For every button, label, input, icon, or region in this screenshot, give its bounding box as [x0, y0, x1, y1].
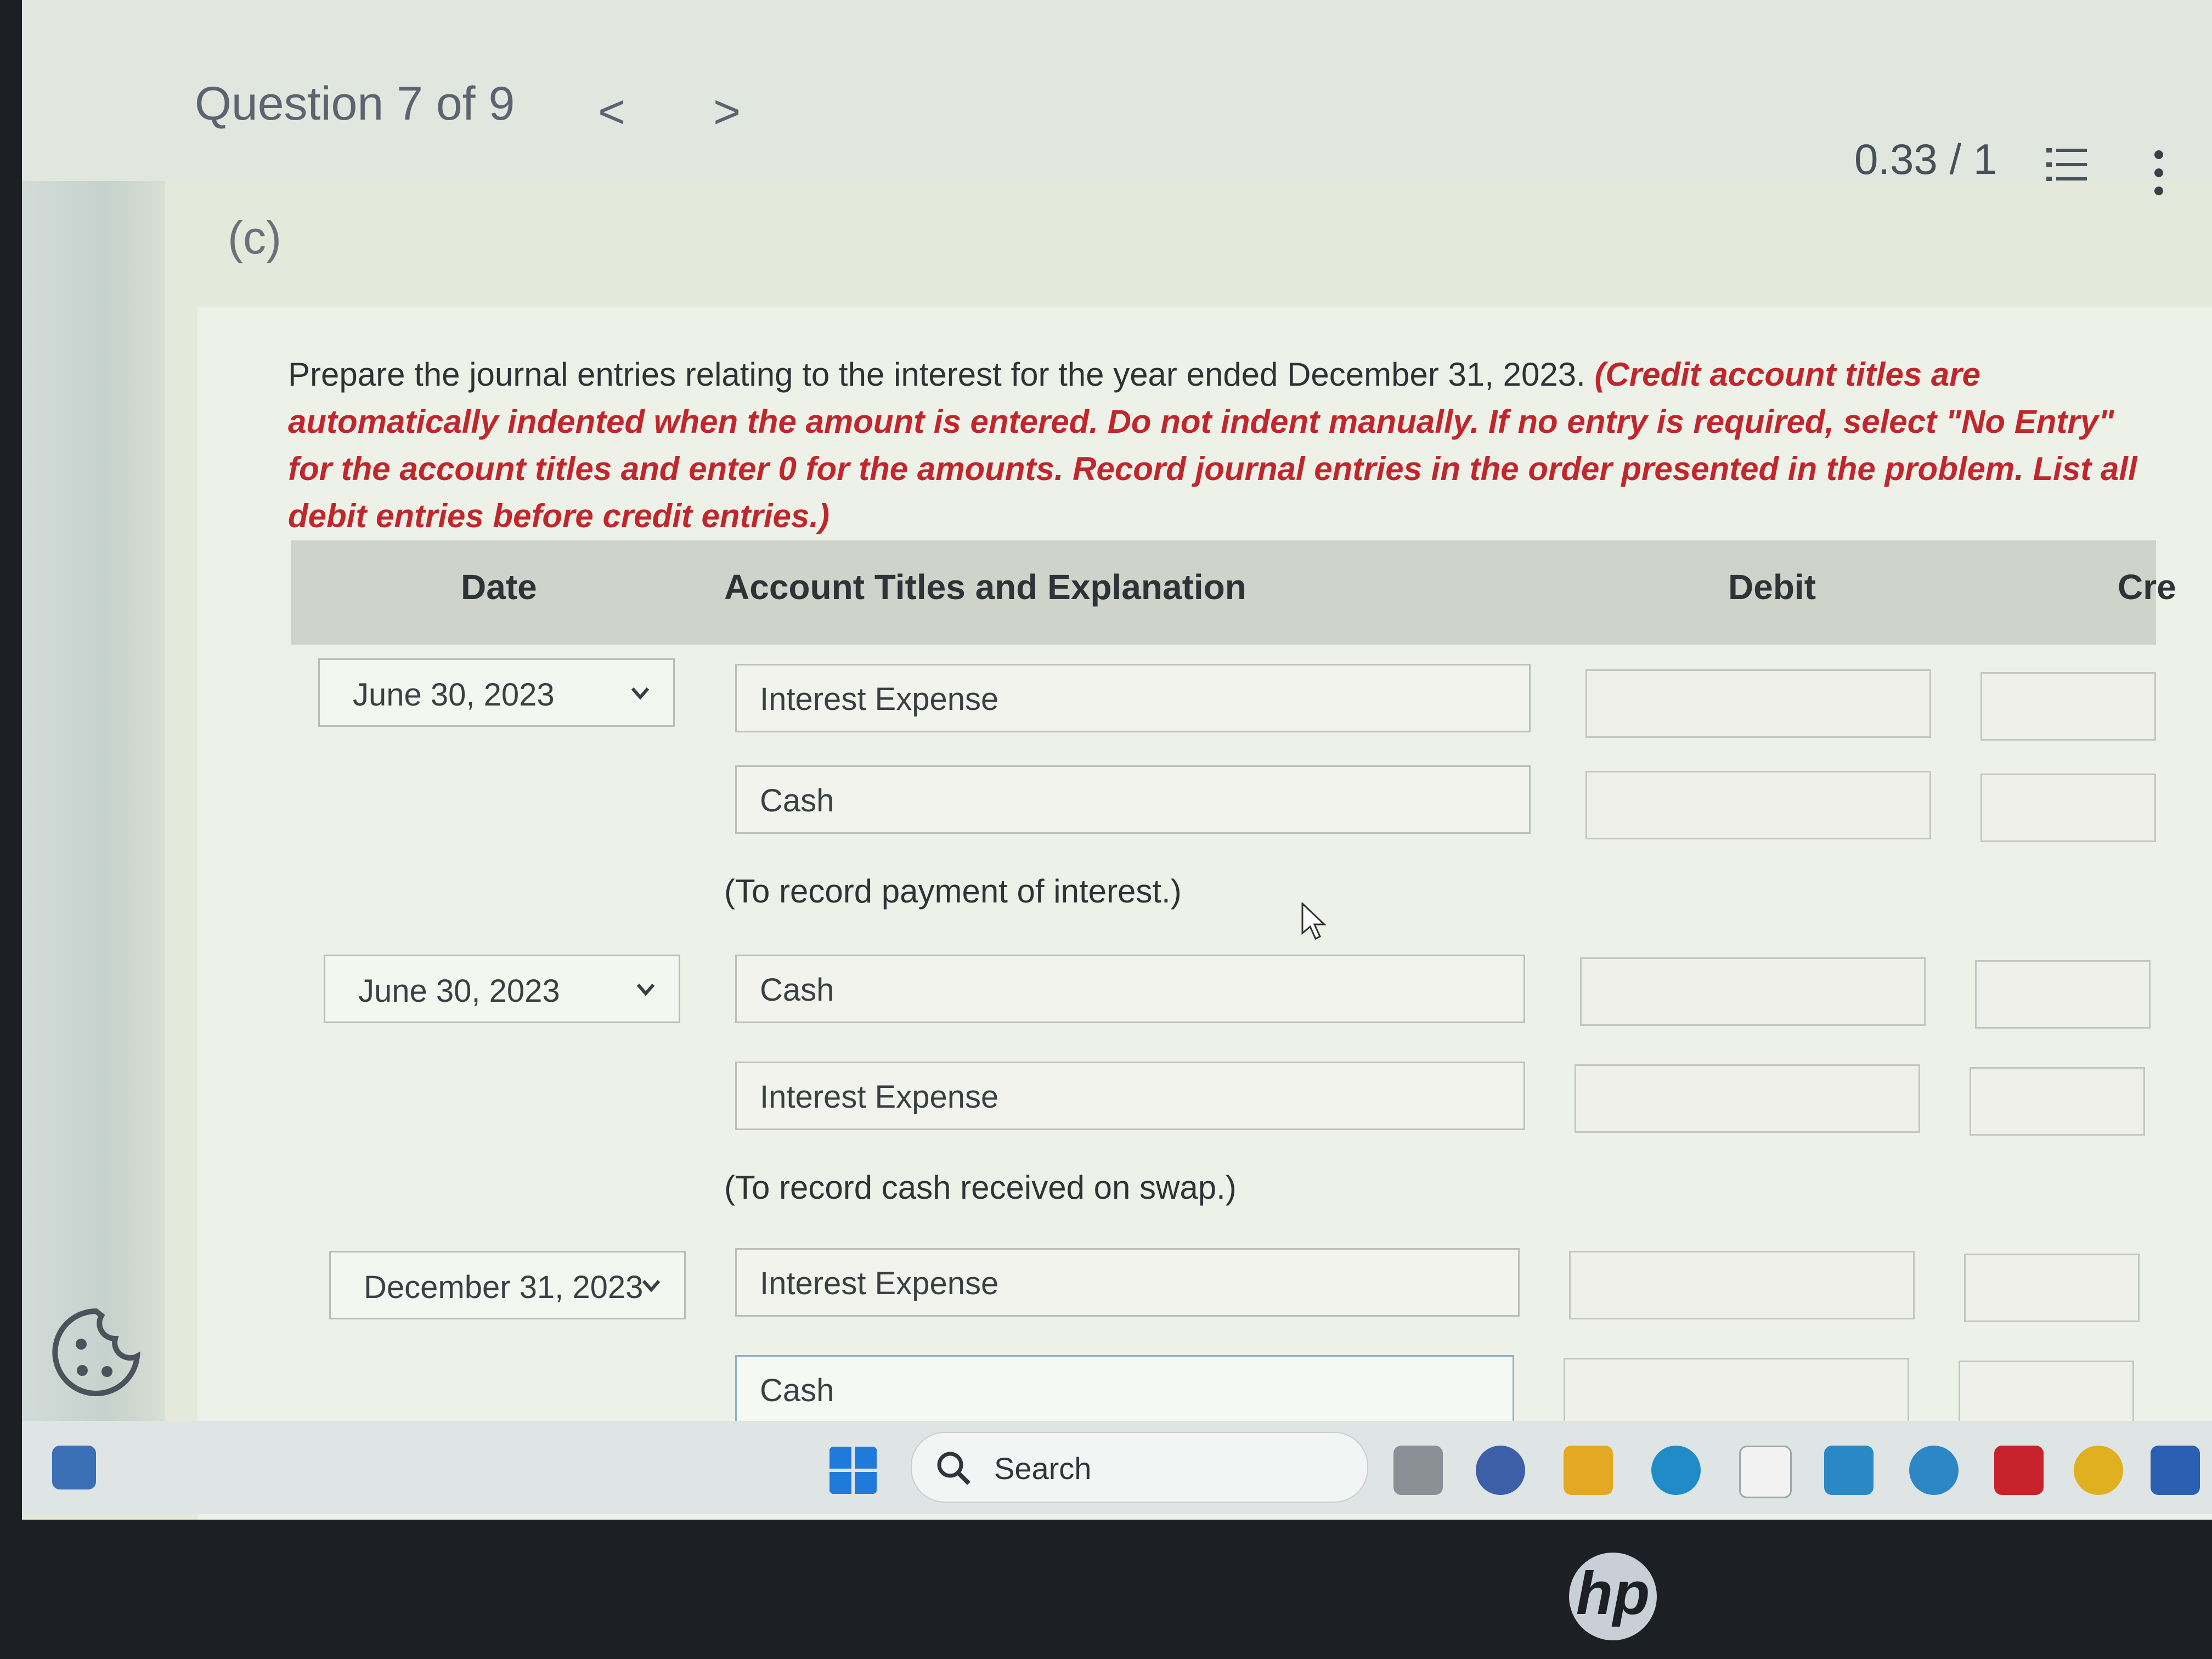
debit-input[interactable] [1564, 1358, 1909, 1426]
credit-input[interactable] [1980, 672, 2156, 741]
header-debit: Debit [1728, 567, 1816, 607]
account-value: Cash [760, 972, 834, 1008]
hp-logo: hp [1569, 1553, 1657, 1640]
instructions: Prepare the journal entries relating to … [288, 351, 2153, 540]
account-field[interactable]: Interest Expense [735, 664, 1531, 732]
question-header: Question 7 of 9 < > 0.33 / 1 [22, 0, 2212, 195]
credit-input[interactable] [1980, 774, 2156, 842]
header-account: Account Titles and Explanation [724, 567, 1246, 607]
date-value: December 31, 2023 [364, 1269, 644, 1305]
chrome-icon[interactable] [2074, 1446, 2123, 1495]
date-value: June 30, 2023 [353, 677, 555, 713]
account-field[interactable]: Interest Expense [735, 1248, 1520, 1317]
myhp-icon[interactable] [1824, 1446, 1874, 1495]
screen: Question 7 of 9 < > 0.33 / 1 (c) Prepare… [22, 0, 2212, 1520]
account-value: Cash [760, 1373, 834, 1408]
account-value: Interest Expense [760, 1266, 999, 1301]
account-field[interactable]: Interest Expense [735, 1062, 1525, 1130]
account-field[interactable]: Cash [735, 765, 1531, 834]
search-label: Search [994, 1451, 1092, 1486]
mouse-cursor-icon [1301, 902, 1327, 940]
part-label: (c) [228, 212, 281, 263]
word-icon[interactable] [2151, 1446, 2200, 1495]
taskbar-search[interactable]: Search [911, 1432, 1368, 1503]
start-windows-icon[interactable] [828, 1446, 878, 1495]
account-value: Interest Expense [760, 681, 999, 717]
account-value: Cash [760, 783, 834, 819]
credit-input[interactable] [1964, 1254, 2140, 1322]
score-display: 0.33 / 1 [1854, 135, 1997, 183]
meet-icon[interactable] [1476, 1446, 1525, 1495]
file-explorer-icon[interactable] [1564, 1446, 1613, 1495]
question-card: Prepare the journal entries relating to … [198, 307, 2212, 1520]
credit-input[interactable] [1975, 960, 2151, 1029]
store-icon[interactable] [1739, 1446, 1792, 1498]
prev-question-button[interactable]: < [598, 85, 625, 139]
header-credit: Cre [2118, 567, 2176, 607]
widgets-icon[interactable] [52, 1446, 96, 1489]
date-select-entry-2[interactable]: June 30, 2023 [324, 955, 680, 1023]
taskbar: Search [22, 1421, 2212, 1514]
debit-input[interactable] [1585, 771, 1931, 839]
help-icon[interactable] [1909, 1446, 1959, 1495]
date-select-entry-1[interactable]: June 30, 2023 [318, 658, 675, 727]
debit-input[interactable] [1585, 669, 1931, 738]
credit-input[interactable] [1959, 1361, 2134, 1429]
header-date: Date [461, 567, 537, 607]
instructions-main: Prepare the journal entries relating to … [288, 356, 1595, 393]
account-field-active[interactable]: Cash [735, 1355, 1514, 1424]
account-value: Interest Expense [760, 1079, 999, 1115]
credit-input[interactable] [1970, 1067, 2145, 1136]
entry-memo: (To record payment of interest.) [724, 873, 1182, 910]
chevron-down-icon [636, 984, 655, 996]
next-question-button[interactable]: > [713, 85, 741, 139]
left-strip [22, 0, 165, 1426]
entry-memo: (To record cash received on swap.) [724, 1169, 1237, 1206]
debit-input[interactable] [1575, 1064, 1920, 1133]
search-icon [937, 1452, 970, 1485]
account-field[interactable]: Cash [735, 955, 1525, 1023]
chevron-down-icon [631, 687, 650, 700]
mcafee-icon[interactable] [1994, 1446, 2044, 1495]
date-select-entry-3[interactable]: December 31, 2023 [329, 1251, 686, 1319]
debit-input[interactable] [1569, 1251, 1915, 1319]
question-counter: Question 7 of 9 [195, 77, 515, 130]
cookie-settings-icon[interactable] [49, 1306, 143, 1399]
date-value: June 30, 2023 [358, 973, 560, 1009]
debit-input[interactable] [1580, 957, 1926, 1026]
chevron-down-icon [642, 1280, 661, 1293]
question-list-icon[interactable] [2046, 144, 2089, 187]
more-options-icon[interactable] [2151, 148, 2167, 198]
table-header: Date Account Titles and Explanation Debi… [291, 540, 2176, 645]
task-view-icon[interactable] [1393, 1446, 1443, 1495]
edge-browser-icon[interactable] [1651, 1446, 1701, 1495]
